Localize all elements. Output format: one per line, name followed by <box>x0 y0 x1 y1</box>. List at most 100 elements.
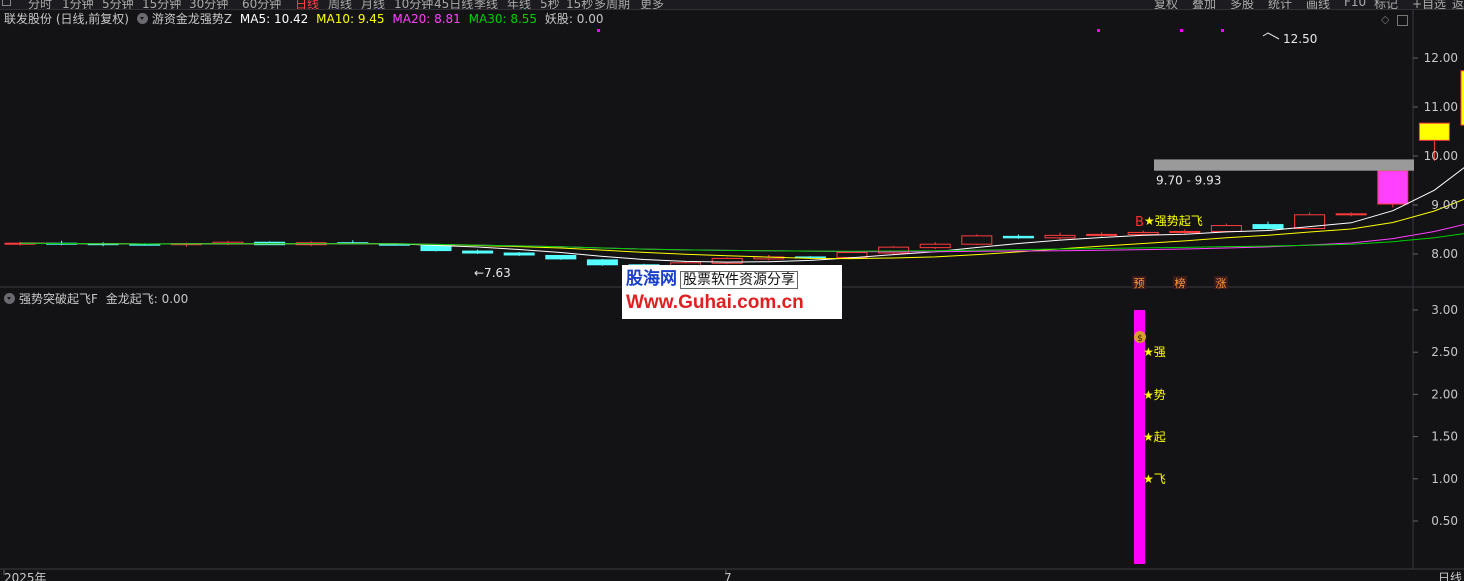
tag-label: 榜 <box>1175 276 1186 290</box>
candle-body <box>878 246 910 254</box>
signal-dot <box>1097 29 1100 32</box>
toolbar-button[interactable]: 返回 <box>1452 0 1464 9</box>
toolbar-button[interactable]: F10 <box>1344 0 1366 9</box>
sub-tick-label: 2.00 <box>1431 387 1458 401</box>
period-tab[interactable]: 45日线 <box>434 0 473 9</box>
candle-body <box>1002 235 1034 239</box>
candle-body <box>254 241 286 246</box>
guhai-watermark: 股海网 股票软件资源分享 Www.Guhai.com.cn <box>622 265 842 319</box>
price-tick-label: 11.00 <box>1424 100 1458 114</box>
period-tab[interactable]: 5秒 <box>540 0 560 9</box>
price-tick-label: 10.00 <box>1424 149 1458 163</box>
candle-body <box>1086 233 1118 236</box>
period-tab[interactable]: 15分钟 <box>142 0 181 9</box>
period-tab[interactable]: 分时 <box>28 0 52 9</box>
period-tab[interactable]: 更多 <box>640 0 664 9</box>
period-tab[interactable]: 月线 <box>361 0 385 9</box>
candle-body <box>836 252 868 258</box>
price-tick-label: 12.00 <box>1424 51 1458 65</box>
period-tab[interactable]: 周线 <box>328 0 352 9</box>
ma10-value: MA10: 9.45 <box>316 12 385 26</box>
panel-controls: ◇ <box>1381 13 1408 26</box>
toolbar-button[interactable]: +自选 <box>1412 0 1446 9</box>
toolbar-button[interactable]: 画线 <box>1306 0 1330 9</box>
jinlong-bar <box>1134 310 1145 564</box>
toolbar-button[interactable]: 多股 <box>1230 0 1254 9</box>
period-tab[interactable]: 30分钟 <box>189 0 228 9</box>
sub-signal-label: ★势 <box>1143 388 1166 402</box>
sub-indicator-name[interactable]: 强势突破起飞F <box>19 292 98 306</box>
toolbar-button[interactable]: 叠加 <box>1192 0 1216 9</box>
signal-dot <box>1180 29 1183 32</box>
candle-body <box>1210 225 1242 232</box>
candle-body <box>4 242 36 245</box>
high-label: 12.50 <box>1283 32 1317 46</box>
candle-body <box>462 250 494 254</box>
indicator-name[interactable]: 游资金龙强势Z <box>152 12 232 26</box>
ma30-line <box>19 233 1464 252</box>
candle-body <box>961 235 993 245</box>
watermark-brand: 股海网 <box>626 269 677 289</box>
candle-body <box>212 241 244 245</box>
ma30-value: MA30: 8.55 <box>468 12 538 26</box>
price-tick-label: 9.00 <box>1431 198 1458 212</box>
sub-tick-label: 1.50 <box>1431 430 1458 444</box>
main-legend: 联发股份 (日线,前复权) 游资金龙强势Z MA5: 10.42 MA10: 9… <box>4 10 607 28</box>
diamond-icon[interactable]: ◇ <box>1381 13 1389 26</box>
sub-signal-label: ★起 <box>1143 430 1166 444</box>
period-tab[interactable]: 1分钟 <box>62 0 94 9</box>
tag-bg <box>1132 276 1146 289</box>
chevron-down-icon[interactable] <box>4 293 15 304</box>
candle-body <box>1127 231 1159 235</box>
price-tick-label: 8.00 <box>1431 247 1458 261</box>
jinlong-value: 金龙起飞: 0.00 <box>105 292 189 306</box>
candle-body <box>170 243 202 246</box>
candle-body <box>1418 122 1450 141</box>
period-tab[interactable]: 60分钟 <box>242 0 281 9</box>
candle-body <box>420 245 452 252</box>
ma20-line <box>19 224 1464 253</box>
candle-body <box>46 242 78 245</box>
candle-body <box>1377 170 1409 205</box>
candle-body <box>378 243 410 246</box>
candle-body <box>1294 214 1326 230</box>
layout-grid-icon[interactable] <box>2 0 11 6</box>
period-tab[interactable]: 15秒 <box>566 0 593 9</box>
period-tab[interactable]: 年线 <box>507 0 531 9</box>
period-tab[interactable]: 多周期 <box>594 0 630 9</box>
sub-signal-label: ★强 <box>1143 345 1166 359</box>
low-label: ←7.63 <box>474 266 511 280</box>
candle-body <box>503 252 535 256</box>
candle-body <box>753 256 785 260</box>
buy-mark: B <box>1135 215 1144 230</box>
high-arrow <box>1262 32 1280 40</box>
tag-label: 预 <box>1134 277 1145 290</box>
period-tab[interactable]: 10分钟 <box>394 0 433 9</box>
tag-label: 涨 <box>1216 277 1227 290</box>
period-tab[interactable]: 季线 <box>474 0 498 9</box>
ma20-value: MA20: 8.81 <box>392 12 461 26</box>
sub-tick-label: 2.50 <box>1431 345 1458 359</box>
ma5-value: MA5: 10.42 <box>239 12 309 26</box>
zone-label: 9.70 - 9.93 <box>1156 174 1221 188</box>
toolbar-button[interactable]: 复权 <box>1154 0 1178 9</box>
candle-body <box>794 256 826 259</box>
period-tab[interactable]: 5分钟 <box>102 0 134 9</box>
period-label: 日线 <box>1438 571 1462 581</box>
time-mid-label: 7 <box>724 571 732 581</box>
signal-dot <box>1221 29 1224 32</box>
window-icon[interactable] <box>1397 14 1408 26</box>
watermark-tagline: 股票软件资源分享 <box>680 271 798 289</box>
signal-dot <box>597 29 600 32</box>
toolbar-button[interactable]: 统计 <box>1268 0 1292 9</box>
yaogu-value: 妖股: 0.00 <box>544 12 604 26</box>
candle-body <box>1252 224 1284 230</box>
sub-legend: 强势突破起飞F 金龙起飞: 0.00 <box>4 290 192 308</box>
toolbar-button[interactable]: 标记 <box>1374 0 1398 9</box>
signal-label: ★强势起飞 <box>1144 214 1203 228</box>
chevron-down-icon[interactable] <box>136 13 148 24</box>
candle-body <box>586 259 618 266</box>
period-tab[interactable]: 日线 <box>295 0 319 9</box>
resistance-zone <box>1154 159 1414 171</box>
candle-body <box>1044 234 1076 239</box>
